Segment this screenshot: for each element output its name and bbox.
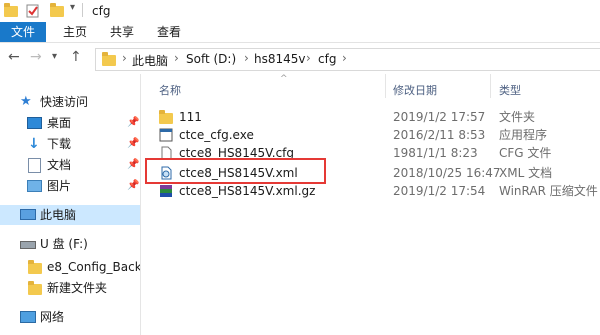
pin-icon[interactable]: 📌 <box>127 155 139 175</box>
navigation-pane: ★ 快速访问 桌面 📌 ↓ 下载 📌 文档 📌 图片 📌 此电脑 U 盘 (F:… <box>0 74 145 335</box>
desktop-icon <box>27 117 42 129</box>
tab-share[interactable]: 共享 <box>105 22 139 42</box>
tab-view[interactable]: 查看 <box>152 22 186 42</box>
title-separator <box>82 3 83 17</box>
nav-item-e8-config-backup[interactable]: e8_Config_Backup <box>0 257 140 277</box>
tab-home[interactable]: 主页 <box>58 22 92 42</box>
quick-access-toolbar-dropdown-icon[interactable]: ▾ <box>70 2 75 13</box>
star-icon: ★ <box>20 94 32 109</box>
recent-locations-dropdown-icon[interactable]: ▾ <box>52 51 57 62</box>
file-type: 应用程序 <box>499 128 548 142</box>
column-divider[interactable] <box>490 74 491 98</box>
usb-drive-icon <box>20 241 36 249</box>
pin-icon[interactable]: 📌 <box>127 134 139 154</box>
nav-item-downloads[interactable]: ↓ 下载 📌 <box>0 134 140 154</box>
breadcrumb-separator-icon: › <box>342 51 347 65</box>
column-header-type[interactable]: 类型 <box>499 82 521 98</box>
nav-item-new-folder[interactable]: 新建文件夹 <box>0 278 140 298</box>
address-bar[interactable]: › 此电脑 › Soft (D:) › hs8145v › cfg › <box>95 48 600 71</box>
file-type: 文件夹 <box>499 110 536 124</box>
file-type: CFG 文件 <box>499 146 552 160</box>
archive-icon <box>159 184 173 198</box>
nav-item-label: 快速访问 <box>40 95 89 109</box>
exe-icon <box>159 128 173 142</box>
breadcrumb-separator-icon: › <box>174 51 179 65</box>
pin-icon[interactable]: 📌 <box>127 176 139 196</box>
breadcrumb-separator-icon: › <box>244 51 249 65</box>
document-icon <box>28 158 41 173</box>
up-arrow-icon[interactable]: ↑ <box>70 49 82 65</box>
file-type: WinRAR 压缩文件 <box>499 184 598 198</box>
file-row[interactable]: ctce8_HS8145V.xml.gz 2019/1/2 17:54 WinR… <box>159 181 600 201</box>
computer-icon <box>20 209 36 220</box>
window-title: cfg <box>92 4 111 18</box>
nav-item-label: 文档 <box>47 158 72 172</box>
nav-item-label: e8_Config_Backup <box>47 260 140 274</box>
file-row[interactable]: ctce_cfg.exe 2016/2/11 8:53 应用程序 <box>159 125 600 145</box>
column-divider[interactable] <box>385 74 386 98</box>
nav-item-desktop[interactable]: 桌面 📌 <box>0 113 140 133</box>
nav-item-label: 桌面 <box>47 116 72 130</box>
download-icon: ↓ <box>28 136 40 152</box>
highlight-box <box>145 158 326 184</box>
pin-icon[interactable]: 📌 <box>127 113 139 133</box>
nav-item-this-pc[interactable]: 此电脑 <box>0 205 140 225</box>
breadcrumb-separator-icon: › <box>122 51 127 65</box>
ribbon-tabs: 文件 主页 共享 查看 <box>0 22 600 43</box>
nav-item-label: 网络 <box>40 310 65 324</box>
breadcrumb-this-pc[interactable]: 此电脑 <box>132 52 168 69</box>
file-date: 2019/1/2 17:57 <box>393 110 486 124</box>
file-date: 2016/2/11 8:53 <box>393 128 486 142</box>
network-icon <box>20 311 36 323</box>
breadcrumb-cfg[interactable]: cfg <box>318 52 336 66</box>
column-header-name[interactable]: 名称 <box>159 82 181 98</box>
file-list: 名称 ^ 修改日期 类型 111 2019/1/2 17:57 文件夹 ctce… <box>145 74 600 335</box>
nav-item-label: 此电脑 <box>40 208 77 222</box>
nav-item-usb-drive[interactable]: U 盘 (F:) <box>0 234 140 254</box>
properties-icon[interactable] <box>26 4 40 21</box>
nav-item-label: 新建文件夹 <box>47 281 108 295</box>
tab-file[interactable]: 文件 <box>0 22 46 42</box>
file-name: ctce8_HS8145V.xml.gz <box>179 184 316 198</box>
file-date: 2018/10/25 16:47 <box>393 166 501 180</box>
pane-divider <box>140 74 141 335</box>
folder-icon <box>159 110 173 124</box>
nav-item-label: U 盘 (F:) <box>40 237 88 251</box>
breadcrumb-hs8145v[interactable]: hs8145v <box>254 52 306 66</box>
picture-icon <box>27 180 42 192</box>
file-name: ctce_cfg.exe <box>179 128 254 142</box>
sort-up-icon: ^ <box>280 74 288 84</box>
file-type: XML 文档 <box>499 166 553 180</box>
title-bar: ▾ cfg <box>0 0 600 22</box>
nav-item-label: 下载 <box>47 137 72 151</box>
file-date: 2019/1/2 17:54 <box>393 184 486 198</box>
file-date: 1981/1/1 8:23 <box>393 146 478 160</box>
breadcrumb-separator-icon: › <box>306 51 311 65</box>
nav-item-pictures[interactable]: 图片 📌 <box>0 176 140 196</box>
breadcrumb-soft-drive[interactable]: Soft (D:) <box>186 52 236 66</box>
file-name: 111 <box>179 110 202 124</box>
forward-arrow-icon[interactable]: → <box>30 49 42 65</box>
file-row[interactable]: 111 2019/1/2 17:57 文件夹 <box>159 107 600 127</box>
column-header-date[interactable]: 修改日期 <box>393 82 437 98</box>
back-arrow-icon[interactable]: ← <box>8 49 20 65</box>
nav-item-documents[interactable]: 文档 📌 <box>0 155 140 175</box>
nav-item-label: 图片 <box>47 179 72 193</box>
nav-item-network[interactable]: 网络 <box>0 307 140 327</box>
nav-item-quick-access[interactable]: ★ 快速访问 <box>0 92 140 112</box>
